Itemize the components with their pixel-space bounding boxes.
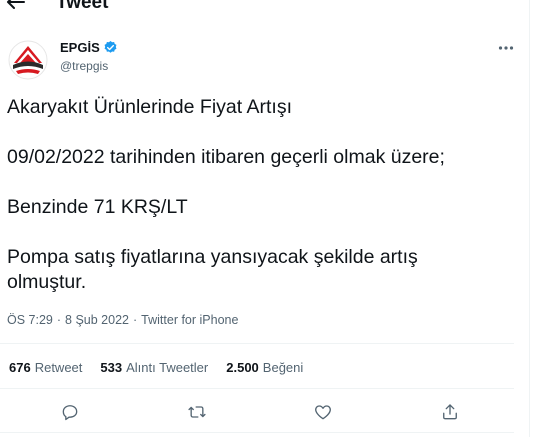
page-title: Tweet: [56, 0, 109, 13]
retweets-stat[interactable]: 676 Retweet: [9, 360, 82, 375]
tweet-line-price: Benzinde 71 KRŞ/LT: [7, 196, 188, 218]
tweet-time[interactable]: ÖS 7:29: [7, 313, 53, 327]
more-options-icon[interactable]: [497, 39, 515, 57]
tweet-actions: [0, 394, 514, 428]
share-icon[interactable]: [440, 402, 460, 422]
quotes-label: Alıntı Tweetler: [126, 360, 209, 375]
quotes-stat[interactable]: 533 Alıntı Tweetler: [100, 360, 208, 375]
reply-icon[interactable]: [60, 402, 80, 422]
header-bar: Tweet: [0, 0, 529, 14]
likes-label: Beğeni: [262, 360, 304, 375]
display-name[interactable]: EPGİS: [60, 40, 100, 55]
tweet-line-title: Akaryakıt Ürünlerinde Fiyat Artışı: [7, 96, 293, 118]
likes-count: 2.500: [226, 360, 259, 375]
retweet-icon[interactable]: [187, 402, 207, 422]
quotes-count: 533: [100, 360, 123, 375]
likes-stat[interactable]: 2.500 Beğeni: [226, 360, 303, 375]
tweet-date[interactable]: 8 Şub 2022: [65, 313, 129, 327]
divider: [0, 343, 514, 344]
author-name-row: EPGİS: [60, 40, 118, 55]
avatar[interactable]: [8, 40, 48, 80]
author-handle[interactable]: @trepgis: [60, 59, 108, 73]
tweet-meta: ÖS 7:29 · 8 Şub 2022 · Twitter for iPhon…: [7, 313, 238, 327]
retweets-count: 676: [9, 360, 31, 375]
tweet-source[interactable]: Twitter for iPhone: [141, 313, 238, 327]
timeline-border: [529, 0, 530, 437]
epgis-logo-icon: [8, 40, 48, 80]
arrow-left-icon[interactable]: [5, 0, 25, 10]
tweet-line-date: 09/02/2022 tarihinden itibaren geçerli o…: [7, 146, 445, 168]
verified-badge-icon: [104, 40, 117, 53]
retweets-label: Retweet: [34, 360, 83, 375]
like-icon[interactable]: [313, 402, 333, 422]
divider: [0, 388, 514, 389]
meta-separator: ·: [133, 313, 138, 327]
tweet-line-note: Pompa satış fiyatlarına yansıyacak şekil…: [7, 246, 418, 293]
tweet-stats: 676 Retweet 533 Alıntı Tweetler 2.500 Beğen…: [9, 360, 303, 375]
divider: [0, 432, 514, 433]
meta-separator: ·: [56, 313, 62, 327]
